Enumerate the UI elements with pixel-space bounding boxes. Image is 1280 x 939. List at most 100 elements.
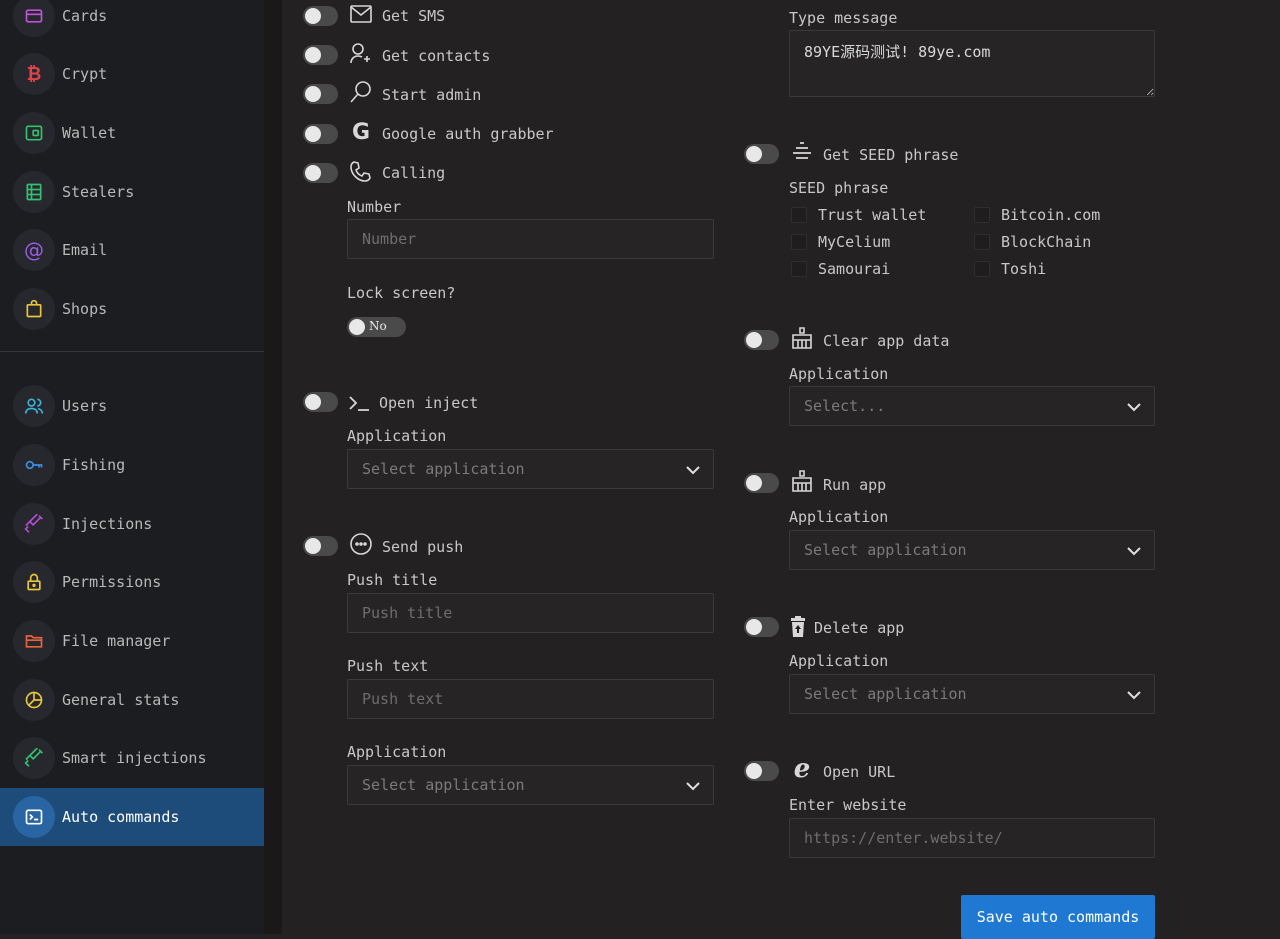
number-label: Number	[347, 198, 402, 216]
seed-checkbox[interactable]	[974, 261, 990, 277]
bitcoin-icon: ₿	[13, 53, 55, 95]
delete-app-select[interactable]: Select application	[789, 674, 1155, 714]
send-push-toggle[interactable]	[303, 536, 338, 556]
sidebar-item-fishing[interactable]: Fishing	[0, 436, 264, 494]
google-icon: G	[351, 119, 371, 145]
align-center-icon	[789, 139, 815, 165]
number-input[interactable]: Number	[347, 219, 714, 259]
sidebar-item-crypt[interactable]: ₿ Crypt	[0, 45, 264, 103]
sidebar-item-permissions[interactable]: Permissions	[0, 553, 264, 611]
wallet-icon	[13, 112, 55, 154]
push-text-input[interactable]: Push text	[347, 679, 714, 719]
seed-checkbox[interactable]	[791, 261, 807, 277]
sidebar-item-label: Injections	[62, 515, 153, 533]
sidebar-item-auto-commands[interactable]: Auto commands	[0, 788, 264, 846]
type-message-label: Type message	[789, 9, 898, 27]
clear-app-toggle[interactable]	[744, 330, 779, 350]
terminal-icon	[13, 796, 55, 838]
sidebar-item-email[interactable]: @ Email	[0, 221, 264, 279]
calling-toggle[interactable]	[303, 163, 338, 183]
run-app-placeholder: Select application	[804, 541, 967, 559]
sidebar-divider	[0, 351, 264, 352]
sidebar-item-users[interactable]: Users	[0, 377, 264, 435]
seed-toggle[interactable]	[744, 144, 779, 164]
send-push-label: Send push	[382, 538, 464, 556]
chevron-down-icon	[686, 782, 700, 791]
sidebar-item-label: Fishing	[62, 456, 126, 474]
delete-app-toggle[interactable]	[744, 617, 779, 637]
seed-phrase-label: SEED phrase	[789, 179, 889, 197]
sidebar-item-label: File manager	[62, 632, 171, 650]
lock-icon	[13, 561, 55, 603]
chevron-down-icon	[1127, 691, 1141, 700]
run-app-app-label: Application	[789, 508, 889, 526]
save-auto-commands-button[interactable]: Save auto commands	[961, 895, 1155, 939]
chevron-down-icon	[1127, 403, 1141, 412]
open-url-toggle[interactable]	[744, 761, 779, 781]
sidebar-item-smart-injections[interactable]: Smart injections	[0, 729, 264, 787]
envelope-icon	[348, 1, 374, 27]
sidebar-item-label: Users	[62, 397, 108, 415]
sidebar-item-label: Wallet	[62, 124, 117, 142]
seed-option-label: Samourai	[818, 260, 891, 278]
syringe-icon	[13, 503, 55, 545]
sidebar-item-wallet[interactable]: Wallet	[0, 104, 264, 162]
broom-icon	[789, 325, 815, 351]
seed-checkbox[interactable]	[791, 207, 807, 223]
delete-app-placeholder: Select application	[804, 685, 967, 703]
sidebar-item-label: Cards	[62, 7, 108, 25]
seed-checkbox[interactable]	[974, 207, 990, 223]
trash-icon	[785, 614, 811, 640]
broom-icon	[789, 468, 815, 494]
chevron-down-icon	[686, 466, 700, 475]
sidebar-item-general-stats[interactable]: General stats	[0, 671, 264, 729]
sidebar-item-label: Stealers	[62, 183, 135, 201]
push-title-input[interactable]: Push title	[347, 593, 714, 633]
run-app-toggle[interactable]	[744, 473, 779, 493]
terminal-prompt-icon	[346, 390, 372, 416]
start-admin-label: Start admin	[382, 86, 482, 104]
chat-bubble-icon	[348, 531, 374, 557]
start-admin-toggle[interactable]	[303, 84, 338, 104]
get-contacts-toggle[interactable]	[303, 45, 338, 65]
sidebar-item-label: Permissions	[62, 573, 162, 591]
push-app-select[interactable]: Select application	[347, 765, 714, 805]
get-sms-label: Get SMS	[382, 7, 446, 25]
card-icon	[13, 0, 55, 37]
clear-app-select[interactable]: Select...	[789, 386, 1155, 426]
phone-icon	[348, 158, 374, 184]
type-message-textarea[interactable]: 89YE源码测试! 89ye.com	[789, 30, 1155, 97]
sidebar-item-stealers[interactable]: Stealers	[0, 163, 264, 221]
search-icon	[348, 79, 374, 105]
lock-screen-toggle[interactable]: No	[347, 317, 406, 337]
google-auth-label: Google auth grabber	[382, 125, 554, 143]
website-input[interactable]: https://enter.website/	[789, 818, 1155, 858]
seed-checkbox[interactable]	[791, 234, 807, 250]
google-auth-toggle[interactable]	[303, 124, 338, 144]
inject-app-label: Application	[347, 427, 447, 445]
seed-option-label: MyCelium	[818, 233, 891, 251]
run-app-select[interactable]: Select application	[789, 530, 1155, 570]
inject-app-select[interactable]: Select application	[347, 449, 714, 489]
run-app-label: Run app	[823, 476, 887, 494]
sidebar-item-shops[interactable]: Shops	[0, 280, 264, 338]
sidebar-item-file-manager[interactable]: File manager	[0, 612, 264, 670]
open-url-label: Open URL	[823, 763, 896, 781]
sidebar-item-label: Email	[62, 241, 108, 259]
push-title-label: Push title	[347, 571, 438, 589]
push-app-placeholder: Select application	[362, 776, 525, 794]
sidebar-item-injections[interactable]: Injections	[0, 495, 264, 553]
sidebar-item-label: General stats	[62, 691, 180, 709]
sidebar-item-cards[interactable]: Cards	[0, 0, 264, 45]
stealers-icon	[13, 171, 55, 213]
sidebar-item-label: Smart injections	[62, 749, 207, 767]
browser-icon: e	[793, 754, 811, 784]
lock-screen-label: Lock screen?	[347, 284, 456, 302]
seed-option-label: Toshi	[1001, 260, 1047, 278]
sidebar-item-label: Auto commands	[62, 808, 180, 826]
user-add-icon	[348, 40, 374, 66]
pie-chart-icon	[13, 679, 55, 721]
seed-checkbox[interactable]	[974, 234, 990, 250]
get-sms-toggle[interactable]	[303, 6, 338, 26]
open-inject-toggle[interactable]	[303, 392, 338, 412]
